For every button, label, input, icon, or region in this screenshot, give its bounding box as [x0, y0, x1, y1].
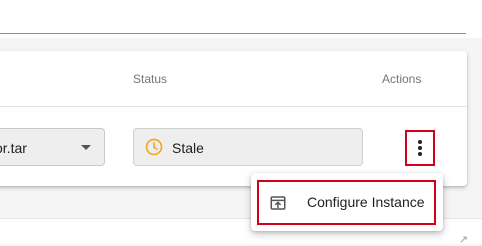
- menu-item-label: Configure Instance: [307, 194, 425, 210]
- row-actions-button[interactable]: [405, 130, 435, 166]
- instances-table-card: Status Actions or.tar Stale: [0, 51, 467, 186]
- more-vert-icon: [418, 140, 422, 144]
- status-badge: Stale: [133, 128, 363, 166]
- more-vert-icon-dot: [418, 152, 422, 156]
- resize-handle-icon: ↗: [458, 233, 468, 246]
- file-select-value: or.tar: [0, 140, 27, 156]
- divider-line: [0, 33, 466, 34]
- dropdown-arrow-icon: [81, 145, 91, 150]
- file-select[interactable]: or.tar: [0, 128, 105, 166]
- clock-icon: [145, 138, 163, 156]
- open-in-browser-icon: [270, 196, 286, 210]
- menu-item-configure-instance[interactable]: Configure Instance: [257, 180, 436, 225]
- column-header-status: Status: [133, 72, 168, 86]
- column-header-actions: Actions: [382, 72, 422, 86]
- table-header-row: Status Actions: [0, 51, 467, 107]
- actions-menu: Configure Instance: [251, 173, 443, 231]
- status-label: Stale: [172, 140, 204, 156]
- more-vert-icon-dot: [418, 146, 422, 150]
